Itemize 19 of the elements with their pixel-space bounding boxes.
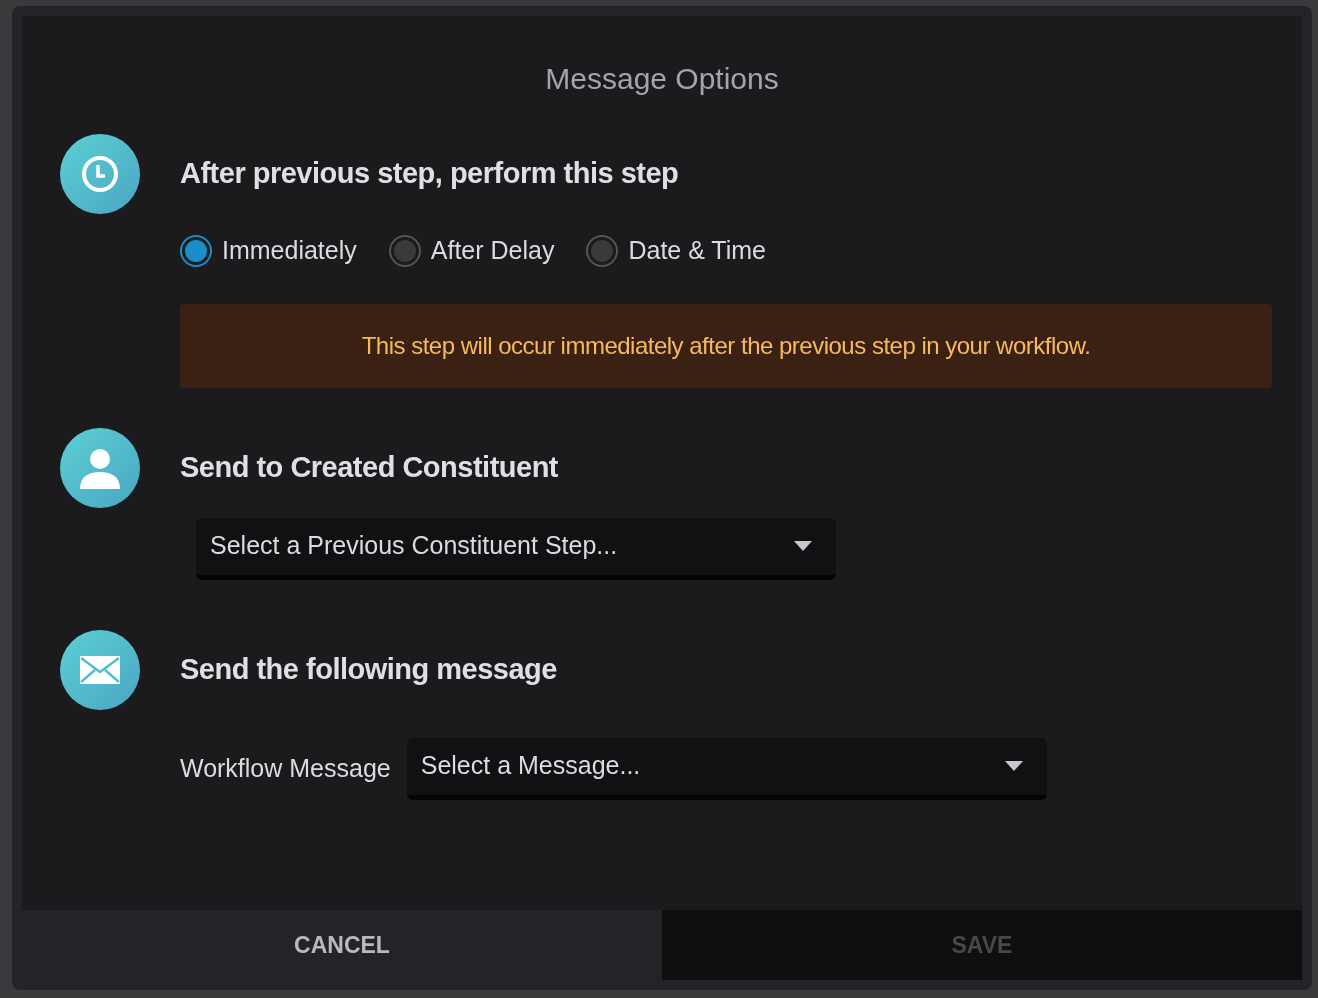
dropdown[interactable]: Select a Message... [406,737,1047,800]
radio-option[interactable]: Immediately [180,232,357,270]
dropdown[interactable]: Select a Previous Constituent Step... [196,517,836,580]
radio-option[interactable]: Date & Time [586,232,766,270]
caret-icon [794,541,812,551]
person-icon [79,446,121,489]
section-heading: Send the following message [180,651,557,687]
caret-icon [1004,761,1023,771]
field-label: Workflow Message [180,752,391,784]
dialog-title: Message Options [544,61,780,97]
clock-icon [80,154,120,194]
radio-button[interactable] [180,234,212,267]
notice-banner: This step will occur immediately after the previous step in your workflow. [180,303,1272,388]
section-heading: Send to Created Constituent [180,449,558,485]
radio-button[interactable] [388,234,421,267]
section-heading: After previous step, perform this step [180,156,679,192]
envelope-icon [79,654,121,685]
radio-option[interactable]: After Delay [388,232,555,270]
radio-button[interactable] [586,234,619,267]
